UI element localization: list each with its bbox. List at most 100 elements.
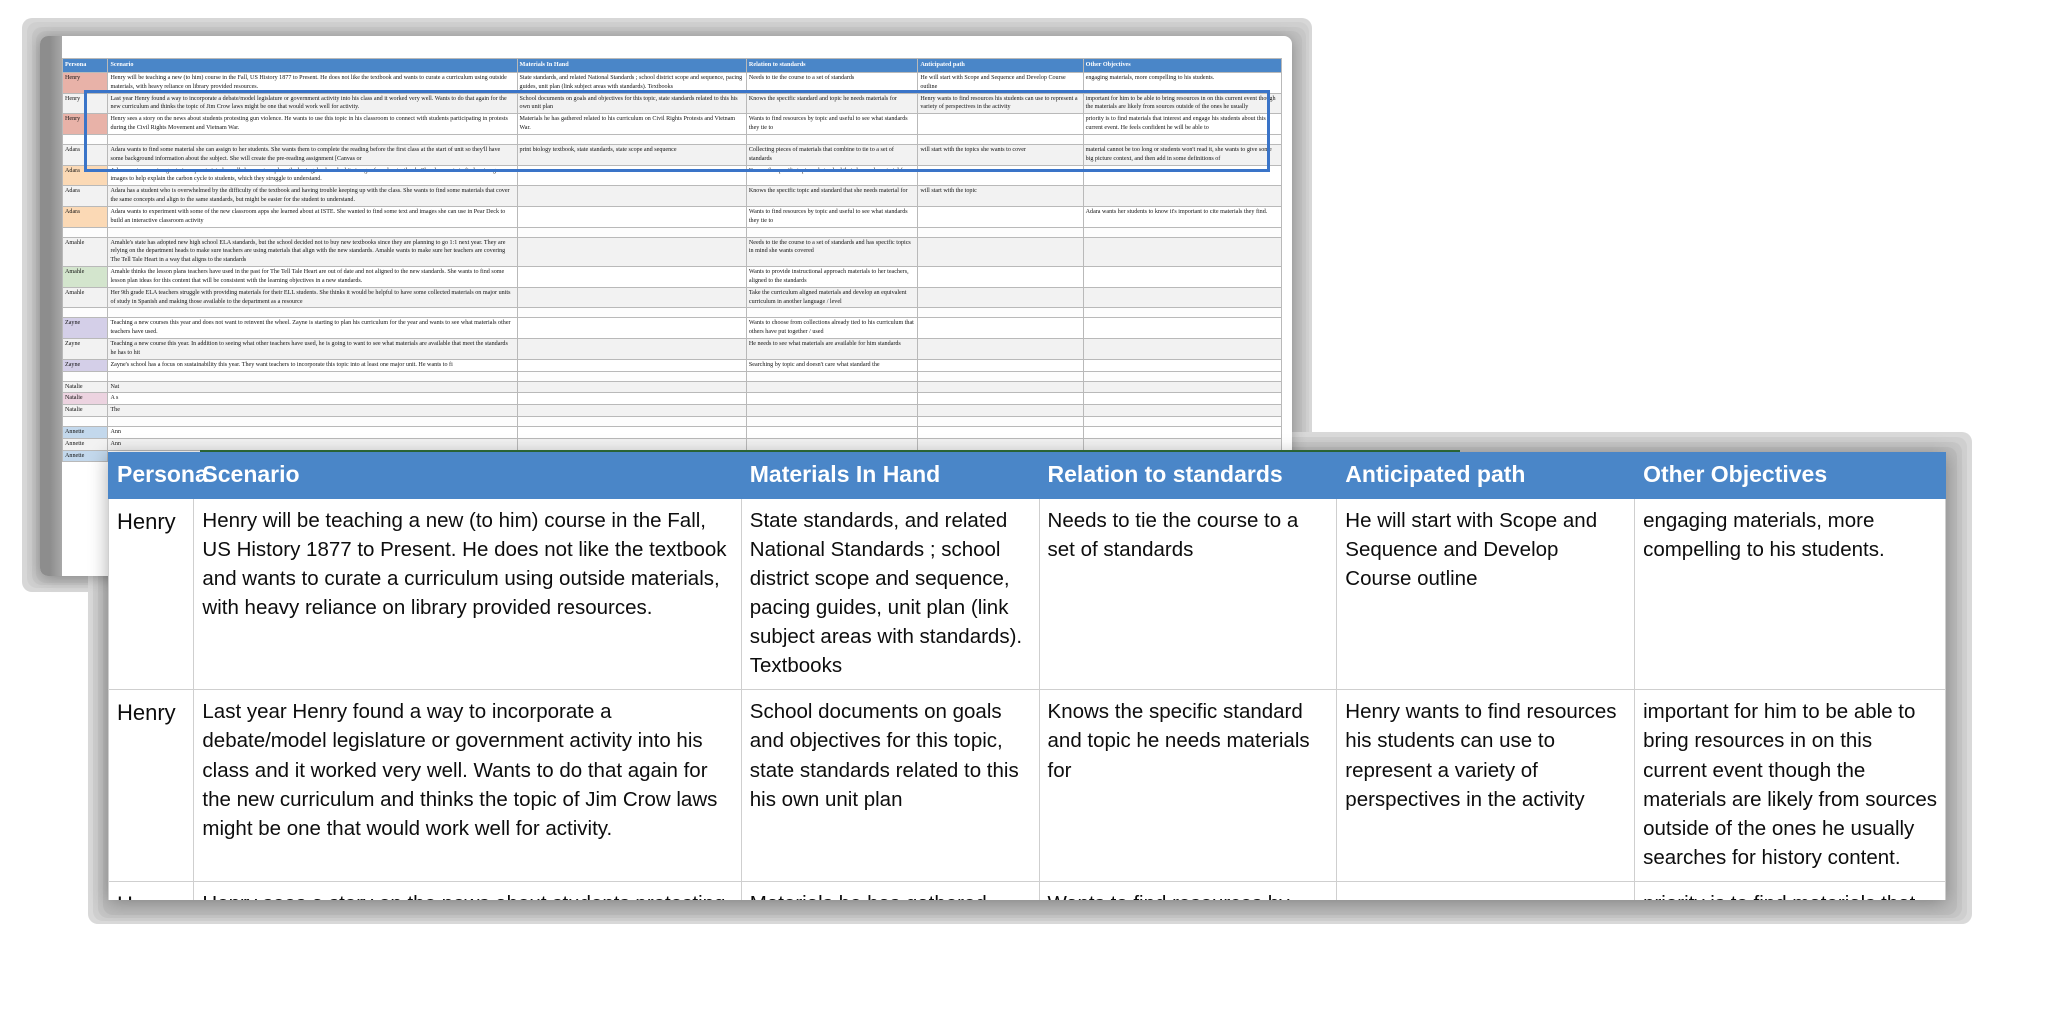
cell-path[interactable] — [917, 205, 1084, 228]
cell-path[interactable] — [917, 266, 1084, 288]
cell-other[interactable]: important for him to be able to bring re… — [1634, 689, 1946, 882]
cell-relation[interactable] — [745, 392, 919, 406]
cell-materials[interactable]: School documents on goals and objectives… — [516, 92, 747, 115]
cell-materials[interactable] — [516, 266, 747, 288]
table-row[interactable]: Amahle Her 9th grade ELA teachers struggl… — [61, 286, 1283, 309]
cell-scenario[interactable]: Adara wants to experiment with some of t… — [107, 205, 518, 228]
cell-path[interactable] — [917, 426, 1084, 439]
cell-scenario[interactable]: Teaching a new courses this year and doe… — [107, 317, 518, 340]
cell-path[interactable] — [917, 380, 1084, 394]
cell-relation[interactable]: Knows the specific topic and standard th… — [745, 185, 919, 207]
cell-path[interactable] — [917, 317, 1084, 340]
cell-other[interactable] — [1082, 164, 1283, 187]
cell-persona[interactable]: Henry — [61, 92, 109, 115]
cell-persona[interactable]: Zayne — [61, 338, 109, 360]
cell-other[interactable] — [1082, 358, 1283, 372]
cell-relation[interactable]: Wants to provide instructional approach … — [745, 266, 919, 288]
cell-other[interactable] — [1082, 236, 1283, 268]
fg-col-header-persona[interactable]: Persona — [108, 452, 208, 499]
cell-relation[interactable]: Collecting pieces of materials that comb… — [745, 143, 919, 166]
cell-relation[interactable]: Wants to find resources by topic and use… — [1038, 880, 1338, 900]
cell-scenario[interactable]: Henry will be teaching a new (to him) co… — [193, 497, 742, 691]
cell-persona[interactable]: Adara — [61, 164, 109, 187]
cell-other[interactable] — [1082, 380, 1283, 394]
cell-materials[interactable] — [516, 164, 747, 187]
table-row[interactable]: AnnetteAnn — [61, 426, 1283, 439]
cell-persona[interactable]: Annette — [61, 426, 109, 439]
fg-col-header-other[interactable]: Other Objectives — [1634, 452, 1946, 499]
cell-scenario[interactable]: Adara wants some images to incorporate i… — [107, 164, 518, 187]
table-row[interactable]: Amahle Amahle's state has adopted new hig… — [61, 236, 1283, 268]
cell-materials[interactable] — [516, 185, 747, 207]
cell-path[interactable]: He will start with Scope and Sequence an… — [917, 71, 1084, 94]
cell-persona[interactable]: Annette — [61, 437, 109, 451]
table-row[interactable]: AnnetteAnn — [61, 437, 1283, 451]
cell-relation[interactable] — [745, 380, 919, 394]
cell-path[interactable] — [917, 164, 1084, 187]
cell-materials[interactable] — [516, 380, 747, 394]
cell-other[interactable]: important for him to be able to bring re… — [1082, 92, 1283, 115]
cell-relation[interactable]: Knows the specific standard and topic he… — [1038, 689, 1338, 882]
cell-relation[interactable]: Needs to tie the course to a set of stan… — [745, 236, 919, 268]
cell-path[interactable] — [917, 236, 1084, 268]
cell-scenario[interactable]: Nat — [107, 380, 518, 394]
col-header-relation[interactable]: Relation to standards — [745, 58, 919, 73]
cell-other[interactable] — [1082, 437, 1283, 451]
cell-relation[interactable]: Knows the specific standard and topic he… — [745, 92, 919, 115]
cell-path[interactable] — [917, 286, 1084, 309]
cell-other[interactable] — [1082, 404, 1283, 417]
table-row[interactable]: Henry Henry will be teaching a new (to h… — [108, 497, 1946, 691]
cell-persona[interactable]: Natalie — [61, 392, 109, 406]
col-header-other[interactable]: Other Objectives — [1082, 58, 1283, 73]
cell-path[interactable]: He will start with Scope and Sequence an… — [1336, 497, 1636, 691]
cell-relation[interactable]: Wants to find resources by topic and use… — [745, 113, 919, 135]
cell-path[interactable] — [1336, 880, 1636, 900]
foreground-zoomed-table-window[interactable]: Persona Scenario Materials In Hand Relat… — [108, 452, 1946, 900]
cell-relation[interactable]: Needs to tie the course to a set of stan… — [745, 71, 919, 94]
cell-scenario[interactable]: Her 9th grade ELA teachers struggle with… — [107, 286, 518, 309]
cell-materials[interactable] — [516, 437, 747, 451]
table-row[interactable]: Henry Last year Henry found a way to inc… — [108, 689, 1946, 882]
cell-relation[interactable]: Take the curriculum aligned materials an… — [745, 286, 919, 309]
table-row[interactable]: Henry Last year Henry found a way to inco… — [61, 92, 1283, 115]
cell-scenario[interactable]: Amahle thinks the lesson plans teachers … — [107, 266, 518, 288]
table-row[interactable]: Natalie Nat — [61, 380, 1283, 394]
cell-relation[interactable] — [745, 426, 919, 439]
cell-other[interactable] — [1082, 266, 1283, 288]
cell-persona[interactable]: Zayne — [61, 358, 109, 372]
cell-path[interactable] — [917, 358, 1084, 372]
cell-scenario[interactable]: Henry sees a story on the news about stu… — [107, 113, 518, 135]
cell-materials[interactable]: State standards, and related National St… — [516, 71, 747, 94]
cell-path[interactable]: Henry wants to find resources his studen… — [917, 92, 1084, 115]
table-row[interactable]: Adara Adara wants to experiment with some… — [61, 205, 1283, 228]
cell-persona[interactable]: Amahle — [61, 286, 109, 309]
cell-persona[interactable]: Amahle — [61, 236, 109, 268]
cell-scenario[interactable]: Ann — [107, 426, 518, 439]
cell-other[interactable] — [1082, 392, 1283, 406]
table-row[interactable]: Natalie The — [61, 404, 1283, 417]
cell-other[interactable]: engaging materials, more compelling to h… — [1634, 497, 1946, 691]
cell-materials[interactable] — [516, 392, 747, 406]
cell-scenario[interactable]: Zayne's school has a focus on sustainabi… — [107, 358, 518, 372]
cell-persona[interactable]: Annette — [61, 449, 109, 463]
cell-materials[interactable] — [516, 426, 747, 439]
cell-other[interactable]: priority is to find materials that inter… — [1634, 880, 1946, 900]
cell-persona[interactable]: Zayne — [61, 317, 109, 340]
cell-relation[interactable] — [745, 437, 919, 451]
table-row[interactable]: Adara Adara has a student who is overwhel… — [61, 185, 1283, 207]
cell-path[interactable] — [917, 392, 1084, 406]
cell-other[interactable]: Adara wants her students to know it's im… — [1082, 205, 1283, 228]
cell-path[interactable] — [917, 437, 1084, 451]
cell-materials[interactable]: print biology textbook, state standards,… — [516, 143, 747, 166]
cell-relation[interactable]: Wants to find resources by topic and use… — [745, 205, 919, 228]
cell-persona[interactable]: Henry — [61, 71, 109, 94]
cell-persona[interactable]: Amahle — [61, 266, 109, 288]
cell-persona[interactable]: Henry — [108, 497, 195, 691]
cell-scenario[interactable]: Henry sees a story on the news about stu… — [193, 880, 742, 900]
col-header-path[interactable]: Anticipated path — [917, 58, 1084, 73]
fg-col-header-materials[interactable]: Materials In Hand — [740, 452, 1040, 499]
cell-persona[interactable]: Henry — [108, 880, 195, 900]
cell-persona[interactable]: Henry — [61, 113, 109, 135]
cell-persona[interactable]: Natalie — [61, 404, 109, 417]
cell-scenario[interactable]: Ann — [107, 437, 518, 451]
